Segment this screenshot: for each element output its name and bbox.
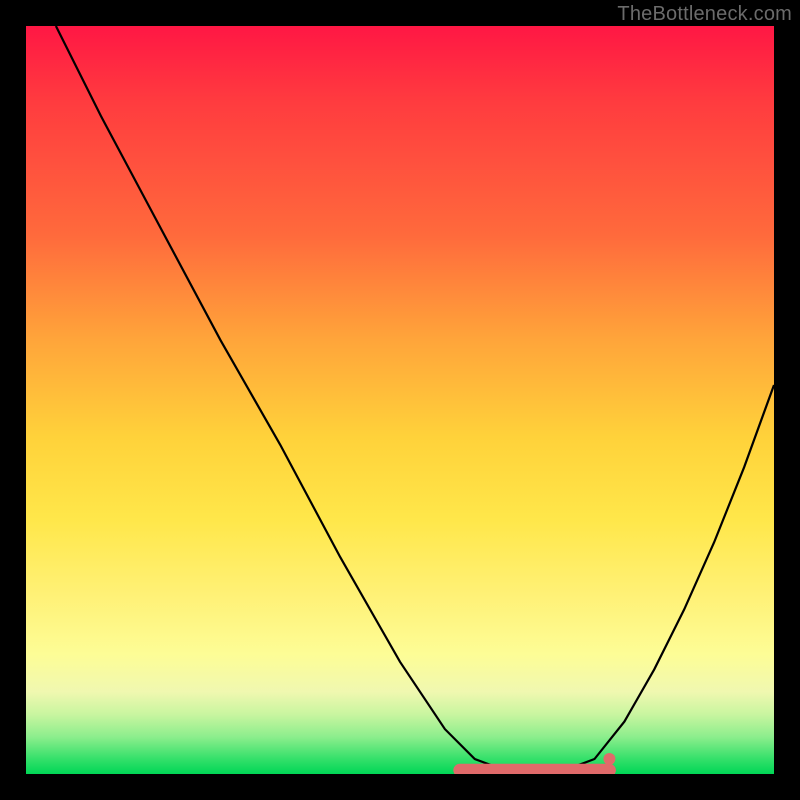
- curve-line: [56, 26, 774, 770]
- marker-dot: [603, 753, 615, 765]
- attribution-text: TheBottleneck.com: [617, 3, 792, 26]
- bottleneck-curve: [26, 26, 774, 774]
- chart-frame: TheBottleneck.com: [0, 0, 800, 800]
- plot-area: [26, 26, 774, 774]
